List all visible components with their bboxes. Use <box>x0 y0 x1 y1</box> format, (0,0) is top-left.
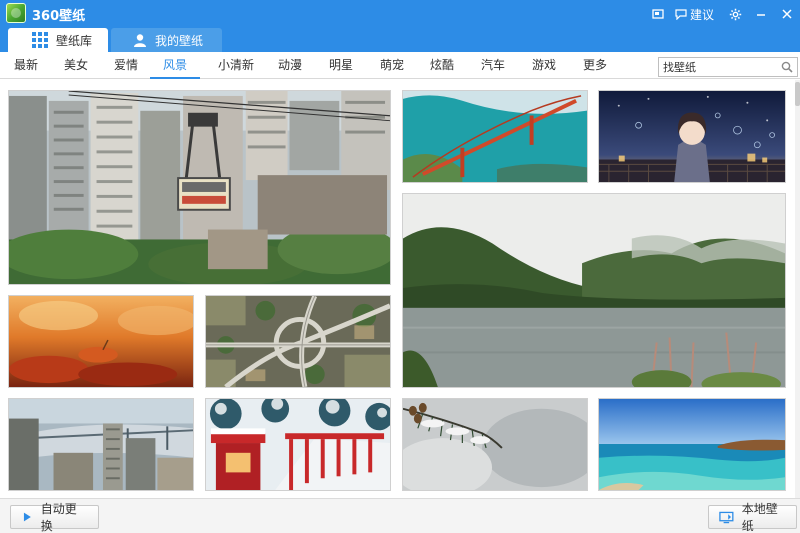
search-box <box>658 57 798 77</box>
wallpaper-thumbnail[interactable] <box>402 398 588 491</box>
tab-wallpaper-library[interactable]: 壁纸库 <box>8 28 108 52</box>
category-love[interactable]: 爱情 <box>104 52 148 79</box>
feedback-label: 建议 <box>689 7 714 22</box>
category-scenery[interactable]: 风景 <box>150 52 200 79</box>
grid-icon <box>32 32 48 48</box>
footer-bar: 自动更换 本地壁纸 <box>0 498 800 533</box>
category-fresh[interactable]: 小清新 <box>210 52 262 79</box>
main-tab-bar: 壁纸库 我的壁纸 <box>0 28 800 52</box>
minimize-icon[interactable] <box>748 0 774 28</box>
wallpaper-thumbnail[interactable] <box>402 90 588 183</box>
wallpaper-thumbnail[interactable] <box>8 398 194 491</box>
wallpaper-thumbnail[interactable] <box>598 90 786 183</box>
app-logo-icon <box>6 3 26 23</box>
category-latest[interactable]: 最新 <box>4 52 48 79</box>
search-input[interactable] <box>659 58 777 76</box>
search-icon[interactable] <box>777 58 797 76</box>
category-cool[interactable]: 炫酷 <box>420 52 464 79</box>
auto-change-button[interactable]: 自动更换 <box>10 502 99 533</box>
app-title: 360壁纸 <box>32 9 86 24</box>
scrollbar-thumb[interactable] <box>795 82 800 106</box>
wallpaper-thumbnail[interactable] <box>205 295 391 388</box>
category-cars[interactable]: 汽车 <box>471 52 515 79</box>
category-games[interactable]: 游戏 <box>522 52 566 79</box>
category-pets[interactable]: 萌宠 <box>370 52 414 79</box>
vertical-scrollbar[interactable] <box>795 80 800 498</box>
settings-gear-icon[interactable] <box>722 0 748 28</box>
local-wallpaper-label: 本地壁纸 <box>741 502 778 533</box>
auto-change-label: 自动更换 <box>40 502 77 533</box>
wallpaper-grid <box>0 80 800 498</box>
play-icon <box>23 512 31 522</box>
skin-icon[interactable] <box>645 0 671 28</box>
wallpaper-thumbnail[interactable] <box>8 295 194 388</box>
category-bar: 最新 美女 爱情 风景 小清新 动漫 明星 萌宠 炫酷 汽车 游戏 更多 <box>0 52 800 79</box>
wallpaper-thumbnail[interactable] <box>8 90 391 285</box>
wallpaper-thumbnail[interactable] <box>598 398 786 491</box>
window-controls: 建议 <box>645 0 800 28</box>
feedback-button[interactable]: 建议 <box>671 0 722 28</box>
category-anime[interactable]: 动漫 <box>268 52 312 79</box>
category-more[interactable]: 更多 <box>573 52 617 79</box>
tab-label: 壁纸库 <box>56 33 93 48</box>
wallpaper-thumbnail[interactable] <box>205 398 391 491</box>
tab-my-wallpapers[interactable]: 我的壁纸 <box>111 28 222 52</box>
wallpaper-thumbnail[interactable] <box>402 193 786 388</box>
monitor-icon <box>719 511 734 523</box>
local-wallpaper-button[interactable]: 本地壁纸 <box>708 502 797 533</box>
category-beauty[interactable]: 美女 <box>54 52 98 79</box>
user-icon <box>134 34 146 47</box>
title-bar: 360壁纸 建议 <box>0 0 800 28</box>
close-icon[interactable] <box>774 0 800 28</box>
category-stars[interactable]: 明星 <box>319 52 363 79</box>
tab-label: 我的壁纸 <box>155 33 204 48</box>
chat-bubble-icon <box>675 8 687 20</box>
